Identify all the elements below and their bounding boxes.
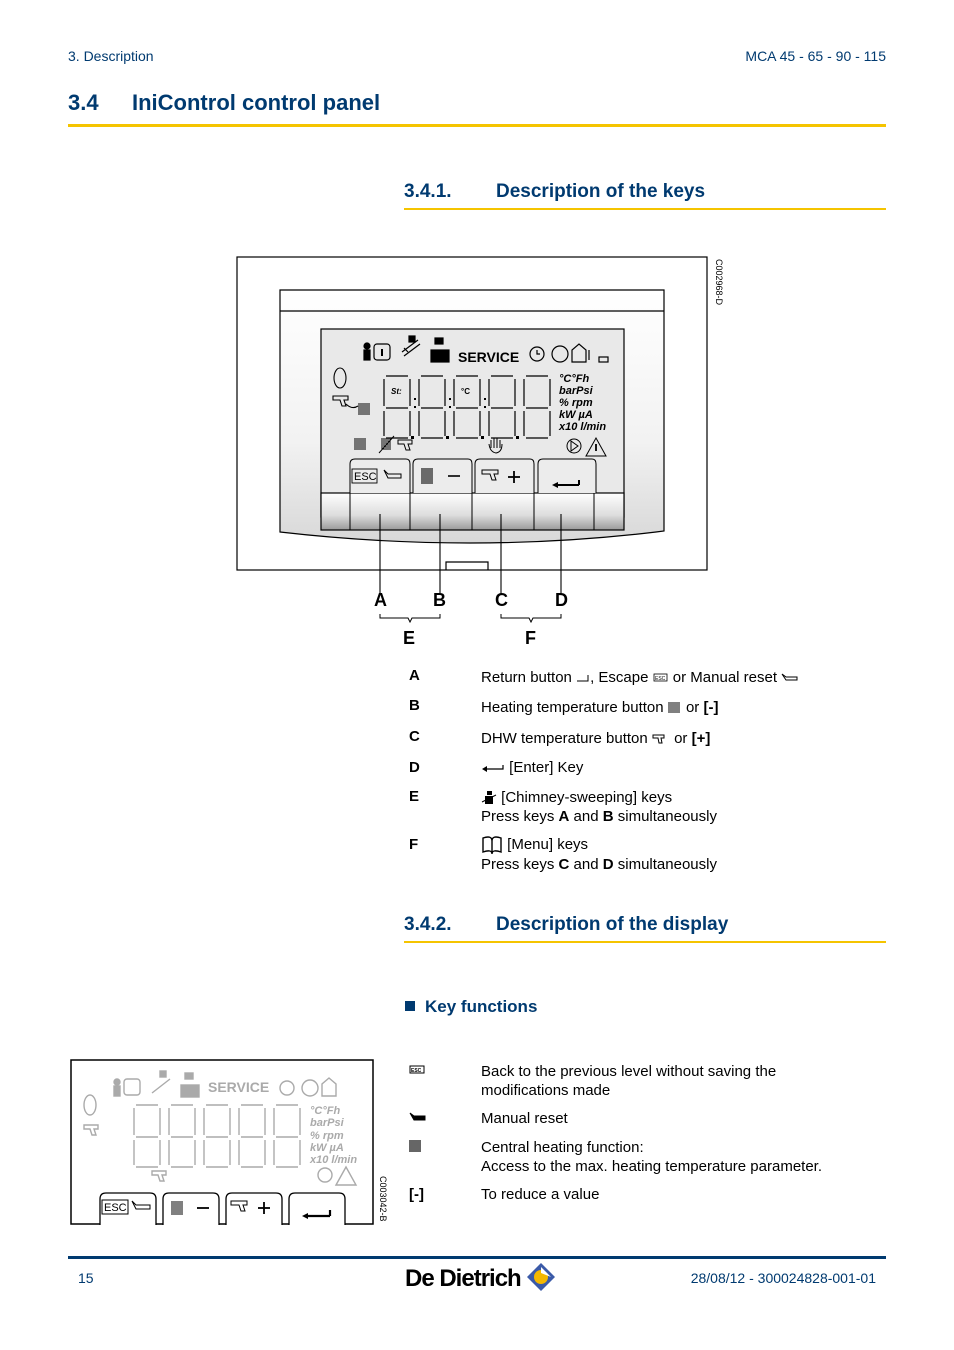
section-keys-rule [404,208,886,210]
enter-icon [482,765,504,773]
title-number: 3.4 [68,90,99,115]
menu-book-icon [482,836,502,855]
key-item-d-desc: [Enter] Key [481,758,583,777]
display-figure: SERVICE °C°Fh barPsi % rpm kW µA x10 l/m… [70,1059,374,1225]
key-item-a-desc: Return button , Escape ESC or Manual res… [481,668,799,687]
svg-text:ESC: ESC [411,1068,422,1074]
brand-logo: De Dietrich [405,1262,556,1293]
lcd-unit-power: kW µA [559,409,593,421]
figure-code-display: C003042-B [378,1176,388,1222]
function-minus-desc: To reduce a value [481,1186,600,1203]
display-esc-label: ESC [104,1202,127,1214]
section-display-number: 3.4.2. [404,914,452,935]
key-item-c-desc: DHW temperature button or [+] [481,730,711,747]
lcd-unit-temp: °C°Fh [559,373,589,385]
callout-e: E [403,628,416,648]
key-item-e-desc: [Chimney-sweeping] keys Press keys A and… [481,789,717,825]
header-section: 3. Description [68,48,154,64]
display-unit-temp: °C°Fh [310,1105,340,1117]
lcd-unit-speed: % rpm [559,397,593,409]
function-reset-desc: Manual reset [481,1110,568,1127]
title-text: IniControl control panel [132,90,381,115]
display-unit-flow: x10 l/min [309,1154,357,1166]
key-item-letter: D [409,759,420,776]
manual-reset-icon [781,673,798,681]
svg-text:ESC: ESC [655,676,666,682]
display-unit-pressure: barPsi [310,1117,345,1129]
key-item-letter: E [409,788,420,805]
display-unit-power: kW µA [310,1142,344,1154]
page-number: 15 [78,1270,94,1286]
return-icon [577,675,589,682]
figure-code-keys: C002968-D [714,259,724,306]
esc-icon: ESC [653,673,668,682]
display-key-minus [162,1192,220,1225]
radiator-icon [409,1140,421,1152]
footer-rule [68,1256,886,1259]
key-d-tab [537,458,597,493]
section-display-heading: 3.4.2. Description of the display [404,914,728,936]
display-key-enter [288,1192,346,1225]
title-rule [68,124,886,127]
callout-b: B [433,590,446,610]
lcd-service-label: SERVICE [458,349,519,365]
function-heating-desc: Central heating function: Access to the … [481,1139,823,1175]
svg-text:ESC: ESC [354,471,377,483]
section-display-rule [404,941,886,943]
display-service-label: SERVICE [208,1079,269,1095]
key-item-letter: C [409,728,420,745]
key-c-tab [474,458,535,493]
control-panel-figure: ESC St: °C SERVICE °C°Fh barPsi % rpm kW… [236,256,708,624]
page-title: 3.4 IniControl control panel [68,90,380,116]
key-item-letter: F [409,836,419,853]
lcd-st-label: St: [391,387,402,396]
section-keys-number: 3.4.1. [404,181,452,202]
key-item-f-desc: [Menu] keys Press keys C and D simultane… [481,836,717,874]
chimney-sweep-icon [481,791,497,805]
callout-c: C [495,590,508,610]
callout-a: A [374,590,387,610]
lcd-unit-pressure: barPsi [559,385,594,397]
section-keys-heading: 3.4.1. Description of the keys [404,181,705,203]
display-key-plus [225,1192,283,1225]
key-item-letter: A [409,667,420,684]
minus-symbol: [-] [409,1186,424,1203]
key-item-letter: B [409,697,420,714]
function-esc-desc: Back to the previous level without savin… [481,1063,777,1099]
callout-f: F [525,628,536,648]
dhw-tap-icon [652,734,665,744]
brand-name: De Dietrich [405,1265,522,1292]
manual-reset-icon [409,1112,426,1121]
callout-d: D [555,590,568,610]
header-model: MCA 45 - 65 - 90 - 115 [745,48,886,64]
key-functions-heading: Key functions [405,997,537,1017]
square-bullet-icon [405,1001,415,1011]
esc-icon: ESC [409,1065,425,1074]
doc-reference: 28/08/12 - 300024828-001-01 [690,1270,876,1286]
lcd-unit-flow: x10 l/min [558,421,606,433]
key-item-b-desc: Heating temperature button or [-] [481,699,719,716]
section-display-title: Description of the display [496,914,729,935]
display-unit-speed: % rpm [310,1130,344,1142]
brand-diamond-icon [527,1263,556,1291]
radiator-icon [668,702,680,714]
section-keys-title: Description of the keys [496,181,706,202]
lcd-degc-label: °C [461,387,470,396]
